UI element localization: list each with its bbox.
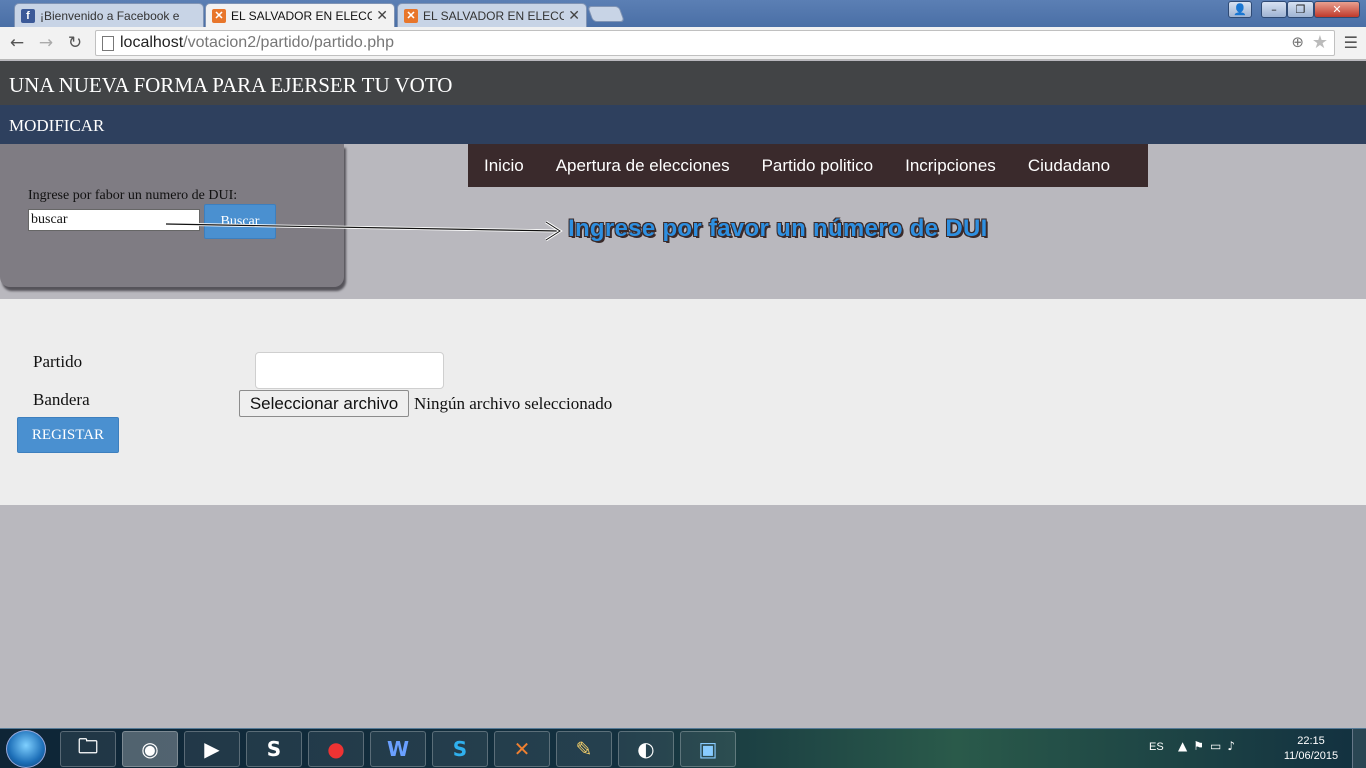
clock-date: 11/06/2015 — [1283, 750, 1339, 762]
language-indicator[interactable]: ES — [1149, 741, 1164, 753]
file-select-button[interactable]: Seleccionar archivo — [239, 390, 409, 417]
partido-label: Partido — [33, 352, 83, 371]
clock-time: 22:15 — [1297, 735, 1325, 747]
close-tab-icon[interactable]: ✕ — [568, 7, 580, 24]
tab-label: EL SALVADOR EN ELECCIO — [423, 8, 564, 23]
party-form: Partido Bandera Seleccionar archivo Ning… — [0, 299, 1366, 505]
app-icon[interactable]: ◐ — [618, 731, 674, 767]
main-nav: Inicio Apertura de elecciones Partido po… — [468, 144, 1148, 187]
file-status: Ningún archivo seleccionado — [414, 394, 613, 413]
address-bar[interactable]: localhost/votacion2/partido/partido.php … — [95, 30, 1335, 56]
paint-icon[interactable]: ✎ — [556, 731, 612, 767]
user-icon[interactable]: 👤 — [1228, 1, 1252, 18]
media-player-icon[interactable]: ▶ — [184, 731, 240, 767]
xampp-icon: ✕ — [212, 8, 226, 23]
show-desktop-button[interactable] — [1352, 729, 1366, 768]
nav-apertura-de-elecciones[interactable]: Apertura de elecciones — [540, 144, 746, 187]
forward-icon[interactable]: → — [35, 32, 57, 54]
register-button[interactable]: REGISTAR — [17, 417, 119, 453]
sublime-text-icon[interactable]: S — [246, 731, 302, 767]
maximize-button[interactable]: ❐ — [1287, 1, 1314, 18]
url-path: /votacion2/partido/partido.php — [183, 34, 394, 51]
nav-ciudadano[interactable]: Ciudadano — [1012, 144, 1126, 187]
close-tab-icon[interactable]: ✕ — [376, 7, 388, 24]
tab-facebook[interactable]: f ¡Bienvenido a Facebook e — [14, 3, 204, 27]
windows-taskbar: 🗀 ◉ ▶ S ● W S ✕ ✎ ◐ ▣ ES ▲⚑▭♪ 22:15 11/0… — [0, 728, 1366, 768]
word-icon[interactable]: W — [370, 731, 426, 767]
photo-viewer-icon[interactable]: ▣ — [680, 731, 736, 767]
minimize-button[interactable]: – — [1261, 1, 1287, 18]
browser-toolbar: ← → ↻ localhost/votacion2/partido/partid… — [0, 27, 1366, 60]
bookmark-star-icon[interactable]: ★ — [1312, 32, 1328, 53]
nav-partido-politico[interactable]: Partido politico — [746, 144, 890, 187]
reload-icon[interactable]: ↻ — [64, 32, 86, 54]
nav-inicio[interactable]: Inicio — [468, 144, 540, 187]
back-icon[interactable]: ← — [6, 32, 28, 54]
close-window-button[interactable]: ✕ — [1314, 1, 1360, 18]
xampp-icon: ✕ — [404, 8, 418, 23]
file-explorer-icon[interactable]: 🗀 — [60, 731, 116, 767]
search-prompt: Ingrese por fabor un numero de DUI: — [28, 188, 238, 203]
claro-icon[interactable]: ● — [308, 731, 364, 767]
tooltip-arrow — [165, 220, 563, 242]
tab-label: ¡Bienvenido a Facebook e — [40, 8, 180, 23]
system-tray-icons[interactable]: ▲⚑▭♪ — [1178, 739, 1241, 753]
zoom-icon[interactable]: ⊕ — [1291, 33, 1304, 51]
partido-input[interactable] — [255, 352, 444, 389]
url-host: localhost — [120, 34, 184, 51]
section-title: MODIFICAR — [0, 105, 1366, 144]
skype-icon[interactable]: S — [432, 731, 488, 767]
xampp-icon[interactable]: ✕ — [494, 731, 550, 767]
page-icon — [102, 36, 114, 51]
browser-tab-strip: f ¡Bienvenido a Facebook e ✕ EL SALVADOR… — [0, 0, 1366, 27]
tab-el-salvador-active[interactable]: ✕ EL SALVADOR EN ELECCIO ✕ — [205, 3, 395, 27]
site-title: UNA NUEVA FORMA PARA EJERSER TU VOTO — [0, 61, 1366, 105]
clock[interactable]: 22:15 11/06/2015 — [1276, 734, 1346, 764]
bandera-label: Bandera — [33, 390, 90, 409]
start-button[interactable] — [6, 730, 46, 768]
tab-label: EL SALVADOR EN ELECCIO — [231, 8, 372, 23]
facebook-icon: f — [21, 8, 35, 23]
chrome-icon[interactable]: ◉ — [122, 731, 178, 767]
dui-tooltip: Ingrese por favor un número de DUI — [568, 215, 988, 242]
nav-incripciones[interactable]: Incripciones — [889, 144, 1012, 187]
menu-icon[interactable]: ☰ — [1344, 33, 1358, 52]
new-tab-button[interactable] — [587, 6, 625, 22]
tab-el-salvador[interactable]: ✕ EL SALVADOR EN ELECCIO ✕ — [397, 3, 587, 27]
